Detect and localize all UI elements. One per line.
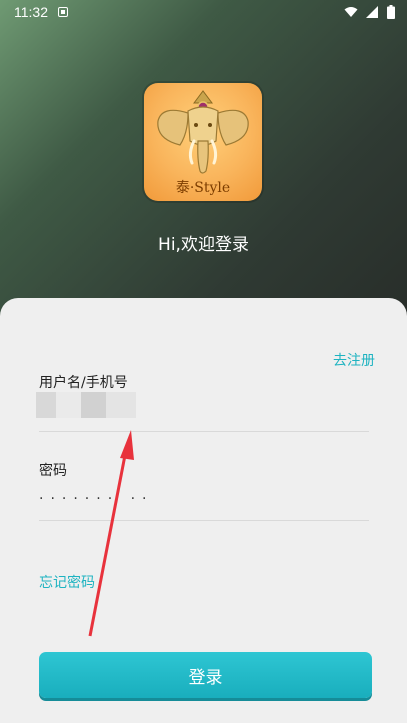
signal-icon (366, 6, 378, 18)
username-input[interactable] (36, 392, 136, 418)
status-bar: 11:32 (0, 0, 407, 24)
username-label: 用户名/手机号 (39, 375, 128, 391)
forgot-password-link[interactable]: 忘记密码 (39, 572, 95, 592)
username-divider (39, 431, 369, 432)
password-label: 密码 (39, 463, 67, 479)
password-input[interactable]: ······· ·· (39, 491, 239, 511)
app-logo: 泰·Style (144, 83, 262, 201)
status-time: 11:32 (14, 4, 48, 20)
password-divider (39, 520, 369, 521)
login-button[interactable]: 登录 (39, 652, 372, 698)
notification-icon (58, 7, 68, 17)
logo-text: 泰·Style (175, 180, 231, 196)
wifi-icon (344, 7, 358, 17)
login-card: 去注册 用户名/手机号 密码 ······· ·· 忘记密码 登录 (0, 298, 407, 723)
register-link[interactable]: 去注册 (333, 350, 375, 370)
battery-icon (387, 5, 395, 19)
status-left: 11:32 (14, 4, 68, 20)
status-right (344, 5, 395, 19)
welcome-title: Hi,欢迎登录 (158, 235, 249, 255)
